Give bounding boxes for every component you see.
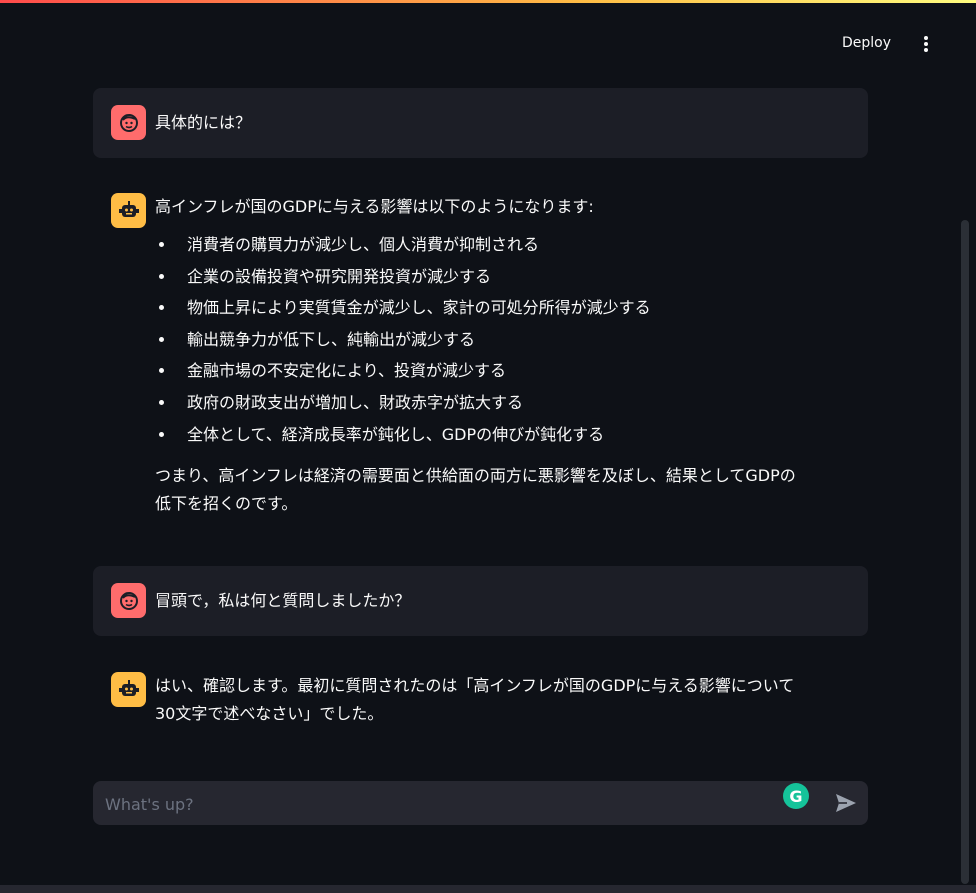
- grammarly-icon[interactable]: G: [783, 783, 809, 809]
- list-item: 政府の財政支出が増加し、財政赤字が拡大する: [155, 387, 852, 419]
- user-avatar: [111, 105, 146, 140]
- smiley-face-icon: [119, 591, 138, 610]
- chat-input[interactable]: [103, 791, 767, 817]
- summary-line: つまり、高インフレは経済の需要面と供給面の両方に悪影響を及ぼし、結果としてGDP…: [155, 466, 796, 486]
- message-line: はい、確認します。最初に質問されたのは「高インフレが国のGDPに与える影響につい…: [155, 676, 795, 695]
- message-content: 高インフレが国のGDPに与える影響は以下のようになります: 消費者の購買力が減少…: [155, 193, 852, 518]
- list-item: 輸出競争力が低下し、純輸出が減少する: [155, 324, 852, 356]
- list-item: 物価上昇により実質賃金が減少し、家計の可処分所得が減少する: [155, 292, 852, 324]
- chat-message-assistant: 高インフレが国のGDPに与える影響は以下のようになります: 消費者の購買力が減少…: [93, 193, 868, 533]
- robot-icon: [118, 200, 139, 217]
- deploy-button[interactable]: Deploy: [842, 35, 891, 53]
- list-item: 金融市場の不安定化により、投資が減少する: [155, 355, 852, 387]
- message-text: 冒頭で，私は何と質問しましたか？: [155, 591, 411, 610]
- smiley-face-icon: [119, 113, 138, 132]
- list-item: 全体として、経済成長率が鈍化し、GDPの伸びが鈍化する: [155, 419, 852, 451]
- message-summary: つまり、高インフレは経済の需要面と供給面の両方に悪影響を及ぼし、結果としてGDP…: [155, 462, 852, 518]
- assistant-avatar: [111, 193, 146, 228]
- message-intro: 高インフレが国のGDPに与える影響は以下のようになります:: [155, 197, 594, 216]
- bottom-edge: [0, 885, 976, 893]
- list-item: 消費者の購買力が減少し、個人消費が抑制される: [155, 229, 852, 261]
- chat-message-user: 具体的には？: [93, 88, 868, 158]
- chat-input-container: G: [93, 781, 868, 825]
- send-arrow-icon: [836, 794, 856, 812]
- chat-message-user: 冒頭で，私は何と質問しましたか？: [93, 566, 868, 636]
- top-decoration-stripe: [0, 0, 976, 3]
- scrollbar[interactable]: [961, 220, 969, 884]
- bullet-list: 消費者の購買力が減少し、個人消費が抑制される 企業の設備投資や研究開発投資が減少…: [155, 229, 852, 450]
- assistant-avatar: [111, 672, 146, 707]
- message-text: 具体的には？: [155, 113, 252, 132]
- list-item: 企業の設備投資や研究開発投資が減少する: [155, 261, 852, 293]
- streamlit-app: Deploy 具体的には？ 高インフレが国のGDPに与える影響は以下のようになり…: [0, 0, 976, 893]
- user-avatar: [111, 583, 146, 618]
- robot-icon: [118, 679, 139, 696]
- message-line: 30文字で述べなさい」でした。: [155, 704, 384, 723]
- chat-message-assistant: はい、確認します。最初に質問されたのは「高インフレが国のGDPに与える影響につい…: [93, 672, 868, 732]
- send-button[interactable]: [833, 791, 859, 815]
- summary-line: 低下を招くのです。: [155, 494, 298, 514]
- vertical-ellipsis-icon: [924, 36, 928, 52]
- message-content: はい、確認します。最初に質問されたのは「高インフレが国のGDPに与える影響につい…: [155, 672, 852, 728]
- main-menu-button[interactable]: [914, 32, 938, 56]
